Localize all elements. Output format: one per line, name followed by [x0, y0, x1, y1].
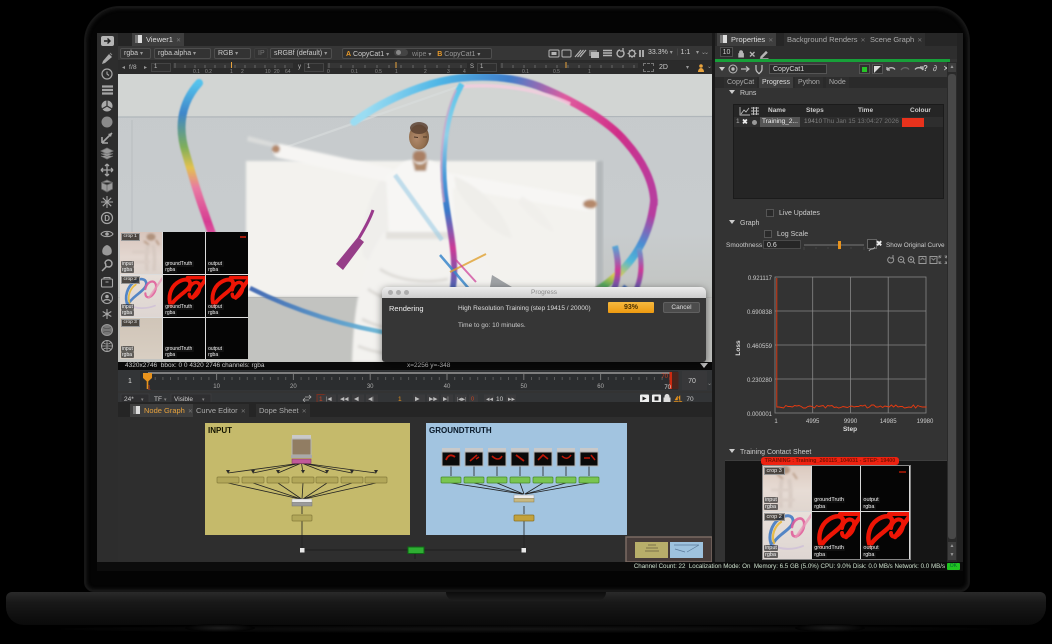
svg-text:◀◀: ◀◀	[486, 397, 493, 402]
svg-text:9990: 9990	[844, 419, 858, 425]
svg-text:INPUT: INPUT	[208, 426, 232, 435]
svg-text:50: 50	[520, 384, 527, 390]
svg-text:0.460559: 0.460559	[747, 344, 773, 350]
svg-text:GROUNDTRUTH: GROUNDTRUTH	[429, 426, 492, 435]
svg-text:D: D	[104, 214, 110, 223]
svg-text:20: 20	[290, 384, 297, 390]
svg-text:19980: 19980	[917, 419, 934, 425]
svg-text:1: 1	[774, 419, 778, 425]
svg-text:0.921117: 0.921117	[748, 276, 773, 282]
svg-text:0.000001: 0.000001	[747, 412, 773, 418]
svg-text:40: 40	[444, 384, 451, 390]
svg-text:70: 70	[661, 374, 668, 380]
svg-text:▶▶: ▶▶	[508, 397, 515, 402]
svg-text:4995: 4995	[806, 419, 820, 425]
svg-text:70: 70	[688, 378, 696, 385]
svg-text:Step: Step	[843, 426, 857, 433]
svg-text:14985: 14985	[880, 419, 897, 425]
svg-text:10: 10	[213, 384, 220, 390]
svg-text:60: 60	[597, 384, 604, 390]
svg-text:1: 1	[128, 378, 132, 385]
svg-text:|◀▶|: |◀▶|	[457, 397, 466, 402]
svg-text:0.230280: 0.230280	[747, 378, 773, 384]
svg-text:30: 30	[367, 384, 374, 390]
svg-text:0.690838: 0.690838	[747, 310, 773, 316]
svg-text:Loss: Loss	[735, 340, 742, 356]
